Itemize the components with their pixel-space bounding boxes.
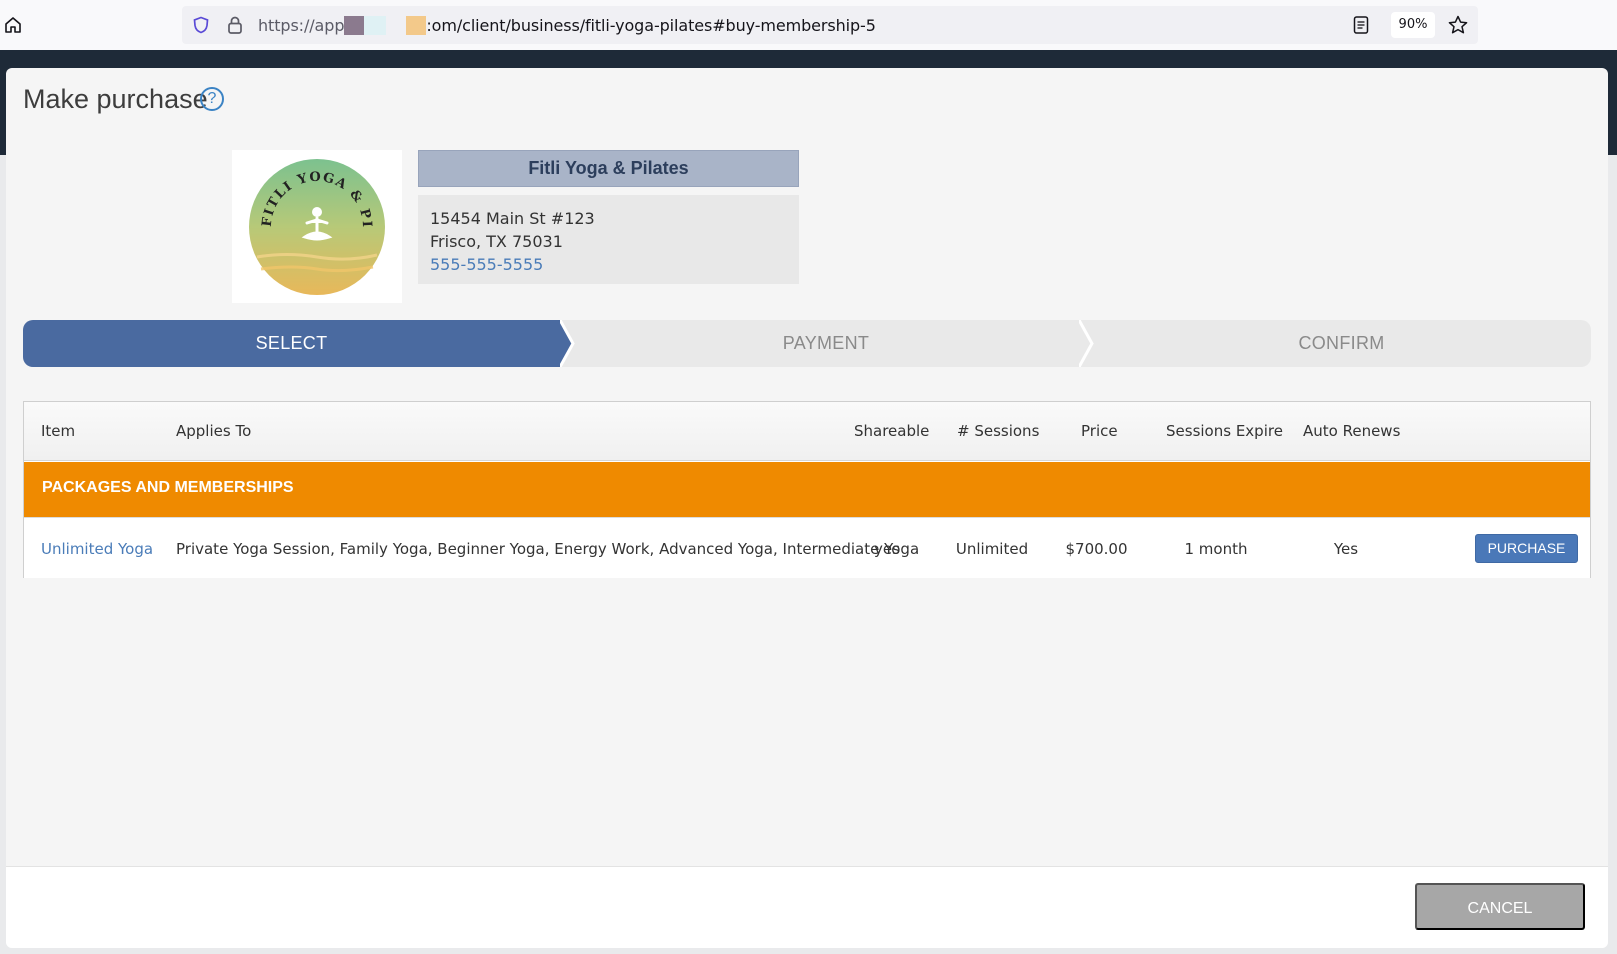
shield-icon[interactable] — [192, 16, 210, 38]
sessions-expire-cell: 1 month — [1184, 540, 1248, 558]
purchase-steps: SELECT PAYMENT CONFIRM — [23, 320, 1591, 367]
purchase-modal: Make purchase ? FITLI YOGA & PILATES Fit… — [6, 68, 1608, 948]
help-icon[interactable]: ? — [200, 87, 224, 111]
redaction-gap — [386, 16, 406, 35]
table-row: Unlimited Yoga Private Yoga Session, Fam… — [24, 517, 1590, 578]
business-logo: FITLI YOGA & PILATES — [232, 150, 402, 303]
url-suffix: :om/client/business/fitli-yoga-pilates#b… — [426, 16, 876, 35]
redaction-block — [406, 16, 427, 35]
lock-icon[interactable] — [226, 15, 244, 39]
url-prefix: https://app — [258, 16, 345, 35]
reader-view-icon[interactable] — [1352, 15, 1370, 39]
col-auto-renews: Auto Renews — [1303, 422, 1401, 440]
bookmark-star-icon[interactable] — [1447, 14, 1469, 40]
zoom-level[interactable]: 90% — [1391, 12, 1435, 38]
redaction-block — [344, 16, 365, 35]
step-confirm: CONFIRM — [1298, 333, 1385, 353]
url-bar[interactable]: https://app :om/client/business/fitli-yog… — [182, 6, 1478, 44]
business-phone-link[interactable]: 555-555-5555 — [430, 253, 787, 276]
membership-table: Item Applies To Shareable # Sessions Pri… — [23, 401, 1591, 578]
table-header: Item Applies To Shareable # Sessions Pri… — [24, 402, 1590, 461]
applies-to-cell: Private Yoga Session, Family Yoga, Begin… — [176, 540, 920, 558]
modal-footer: CANCEL — [6, 866, 1608, 948]
col-item: Item — [41, 422, 76, 440]
section-label: PACKAGES AND MEMBERSHIPS — [42, 479, 294, 496]
col-shareable: Shareable — [854, 422, 930, 440]
price-cell: $700.00 — [1065, 540, 1128, 558]
redaction-block — [364, 16, 387, 35]
col-price: Price — [1081, 422, 1118, 440]
col-sessions-expire: Sessions Expire — [1166, 422, 1283, 440]
step-payment: PAYMENT — [782, 333, 870, 353]
section-header-row: PACKAGES AND MEMBERSHIPS — [24, 462, 1590, 517]
business-address: 15454 Main St #123 Frisco, TX 75031 555-… — [418, 195, 799, 284]
business-name: Fitli Yoga & Pilates — [418, 150, 799, 187]
modal-title: Make purchase — [23, 84, 208, 114]
url-text[interactable]: https://app :om/client/business/fitli-yog… — [258, 16, 876, 35]
sessions-cell: Unlimited — [955, 540, 1029, 558]
col-sessions: # Sessions — [957, 422, 1040, 440]
auto-renews-cell: Yes — [1333, 540, 1359, 558]
step-select: SELECT — [255, 333, 328, 353]
cancel-button[interactable]: CANCEL — [1415, 883, 1585, 930]
shareable-cell: yes — [874, 540, 900, 558]
home-icon[interactable] — [2, 14, 24, 36]
address-line-1: 15454 Main St #123 — [430, 209, 595, 228]
purchase-button[interactable]: PURCHASE — [1475, 534, 1578, 563]
item-link[interactable]: Unlimited Yoga — [41, 540, 153, 558]
browser-toolbar: https://app :om/client/business/fitli-yog… — [0, 0, 1617, 50]
col-applies-to: Applies To — [176, 422, 252, 440]
address-line-2: Frisco, TX 75031 — [430, 232, 563, 251]
